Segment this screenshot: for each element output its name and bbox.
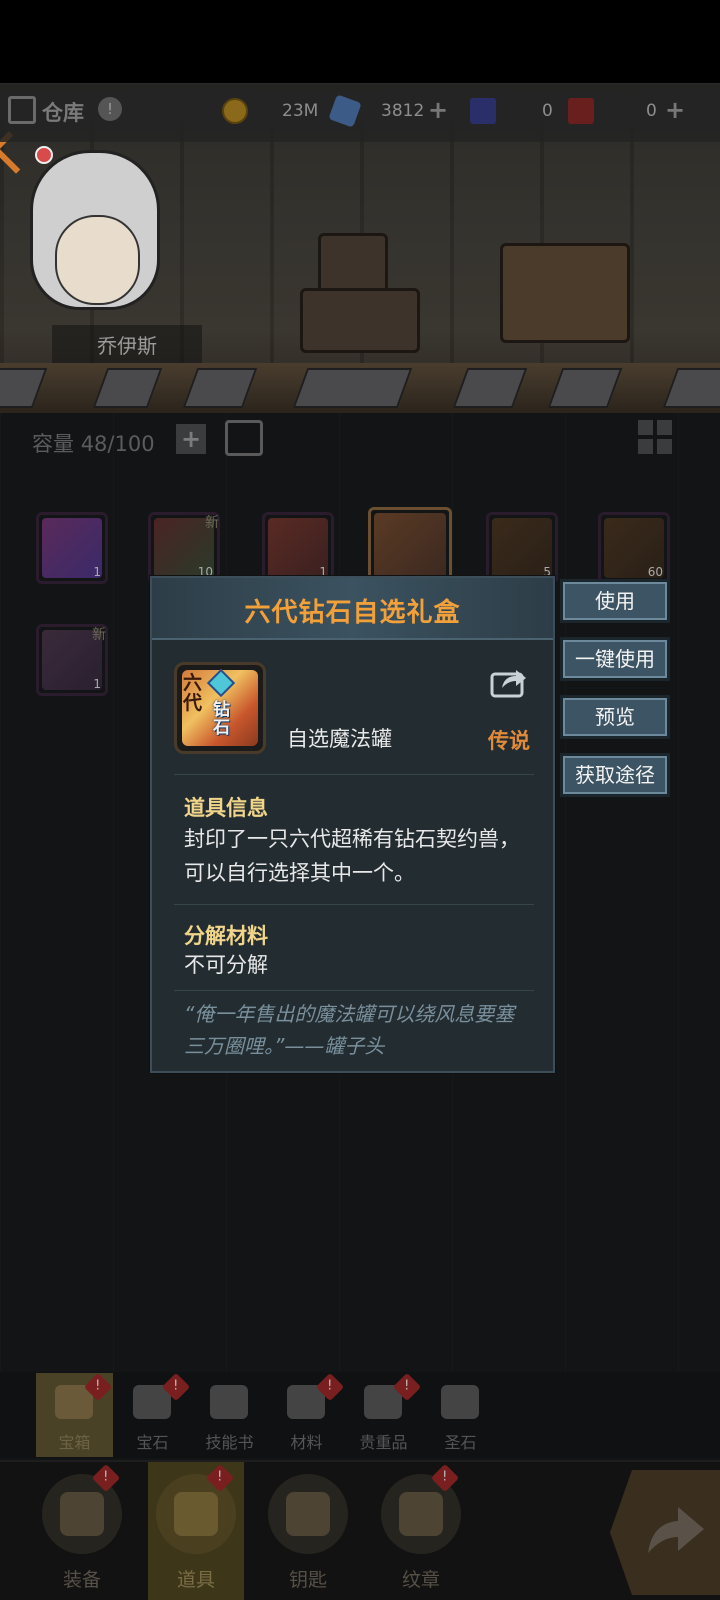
capacity-label: 容量 [32, 432, 74, 456]
arrow-right-icon [648, 1507, 704, 1553]
key-icon [286, 1492, 330, 1536]
crystal-amount: 3812 [381, 101, 425, 121]
gold-amount: 23M [282, 101, 319, 121]
item-icon-label-center: 钻石 [213, 700, 230, 738]
emblem-icon [399, 1492, 443, 1536]
nav-items[interactable]: ! 道具 [148, 1462, 244, 1600]
sword-icon [60, 1492, 104, 1536]
item-icon-label-top: 六代 [183, 672, 203, 714]
tab-material[interactable]: ! 材料 [268, 1372, 345, 1457]
status-bar-area [0, 0, 720, 83]
use-all-button[interactable]: 一键使用 [560, 637, 670, 681]
item-slot[interactable]: 1 [36, 512, 108, 584]
resource-bar: 仓库 ! 23M 3812 + 0 0 + [0, 84, 720, 142]
item-title: 六代钻石自选礼盒 [244, 598, 461, 628]
nav-equipment[interactable]: ! 装备 [34, 1462, 130, 1600]
tab-chest[interactable]: ! 宝箱 [36, 1372, 113, 1457]
share-icon[interactable] [490, 664, 528, 698]
nav-emblems[interactable]: ! 纹章 [373, 1462, 469, 1600]
crystal-icon [328, 94, 362, 128]
info-icon[interactable]: ! [98, 97, 122, 121]
preview-button[interactable]: 预览 [560, 695, 670, 739]
gold-coin-icon [222, 98, 248, 124]
sort-icon[interactable] [225, 420, 263, 456]
item-icon: 六代 钻石 [174, 662, 266, 754]
item-info-title: 道具信息 [184, 796, 268, 820]
source-button[interactable]: 获取途径 [560, 753, 670, 797]
tab-holy-stone[interactable]: 圣石 [422, 1373, 499, 1457]
ticket-b-icon [568, 98, 594, 124]
warehouse-icon [8, 96, 36, 124]
tab-gem[interactable]: ! 宝石 [114, 1372, 191, 1457]
add-ticket-button[interactable]: + [665, 96, 685, 124]
new-tag: 新 [205, 515, 219, 531]
divider [174, 990, 534, 991]
item-flavor-quote: “俺一年售出的魔法罐可以绕风息要塞三万圈哩。”——罐子头 [184, 1002, 515, 1058]
item-slot[interactable]: 60 [598, 512, 670, 584]
chest-icon [174, 1492, 218, 1536]
use-button[interactable]: 使用 [560, 579, 670, 623]
nav-keys[interactable]: 钥匙 [260, 1462, 356, 1600]
ticket-b-amount: 0 [646, 101, 657, 121]
decompose-title: 分解材料 [184, 924, 268, 948]
ticket-a-amount: 0 [542, 101, 553, 121]
grid-view-icon[interactable] [638, 420, 674, 456]
item-subname: 自选魔法罐 [287, 727, 392, 751]
ticket-a-icon [470, 98, 496, 124]
add-crystal-button[interactable]: + [428, 96, 448, 124]
page-title: 仓库 [42, 101, 84, 125]
tab-skill-book[interactable]: 技能书 [191, 1373, 268, 1457]
item-slot[interactable]: 5 [486, 512, 558, 584]
item-info-body: 封印了一只六代超稀有钻石契约兽，可以自行选择其中一个。 [184, 827, 520, 885]
notification-dot [35, 146, 53, 164]
tab-valuables[interactable]: ! 贵重品 [345, 1372, 422, 1457]
capacity-display: 容量 48/100 [32, 428, 155, 458]
expand-capacity-button[interactable]: + [176, 424, 206, 454]
holy-stone-icon [441, 1385, 479, 1419]
hero-face [55, 215, 140, 305]
book-icon [210, 1385, 248, 1419]
decompose-body: 不可分解 [184, 953, 268, 977]
item-rarity: 传说 [488, 729, 530, 753]
item-slot[interactable]: 1 [262, 512, 334, 584]
item-detail-panel: 六代钻石自选礼盒 六代 钻石 自选魔法罐 传说 道具信息 封印了一只六代超稀有钻… [150, 576, 555, 1073]
hero-name: 乔伊斯 [97, 334, 157, 358]
divider [174, 904, 534, 905]
divider [174, 774, 534, 775]
new-tag: 新 [92, 627, 106, 643]
capacity-value: 48/100 [80, 432, 155, 456]
